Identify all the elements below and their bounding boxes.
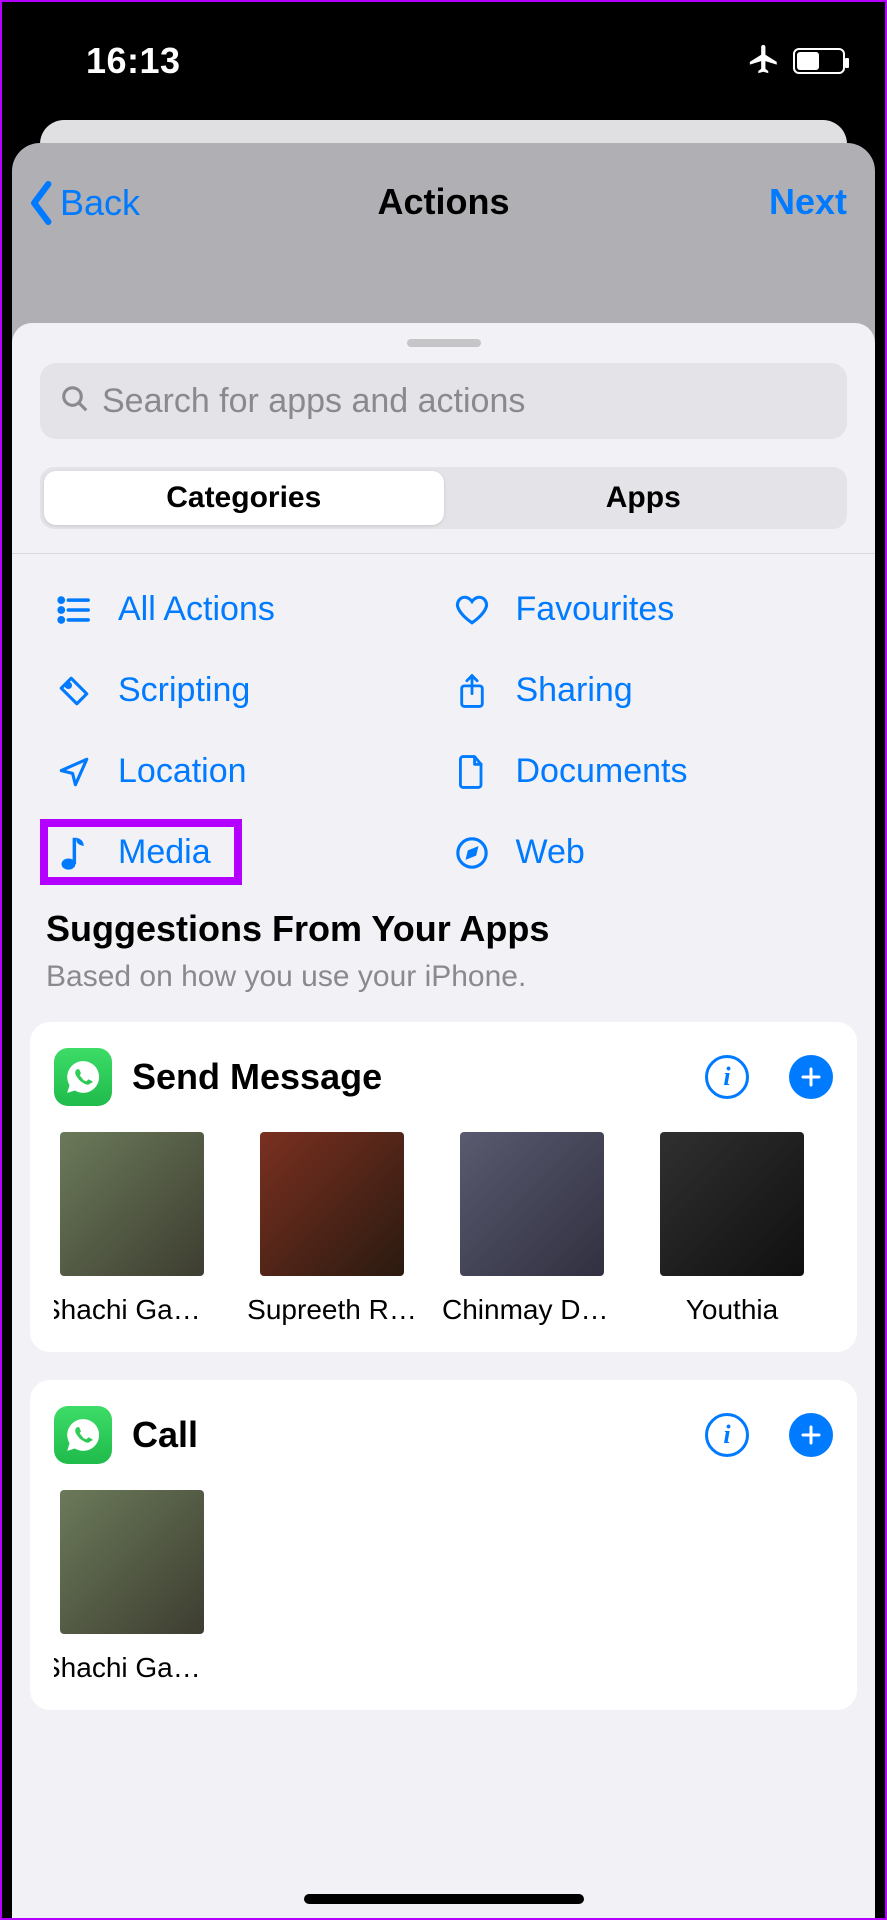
category-label: Favourites [516, 590, 675, 629]
category-media[interactable]: Media [56, 833, 434, 872]
avatar [60, 1490, 204, 1634]
status-time: 16:13 [86, 40, 181, 82]
avatar [260, 1132, 404, 1276]
doc-icon [454, 754, 490, 790]
contact-name: Shachi Gam… [54, 1294, 222, 1326]
back-button[interactable]: Back [28, 181, 140, 225]
category-label: Web [516, 833, 585, 872]
category-documents[interactable]: Documents [454, 752, 832, 791]
category-label: All Actions [118, 590, 275, 629]
nav-header: Back Actions Next [12, 143, 875, 323]
status-bar: 16:13 [2, 2, 885, 120]
contacts-row: Shachi Gam… [54, 1490, 833, 1684]
search-icon [60, 384, 90, 419]
contact-name: Youthia [642, 1294, 822, 1326]
search-input[interactable] [102, 382, 827, 421]
tab-categories[interactable]: Categories [44, 471, 444, 525]
segmented-control: Categories Apps [40, 467, 847, 529]
avatar [460, 1132, 604, 1276]
suggestions-title: Suggestions From Your Apps [46, 908, 841, 950]
category-location[interactable]: Location [56, 752, 434, 791]
next-button[interactable]: Next [769, 181, 847, 223]
contacts-row: Shachi Gam… Supreeth R… Chinmay Dh… Yout… [54, 1132, 833, 1326]
categories-grid: All Actions Favourites Scripting Sharing Loc… [26, 554, 861, 908]
category-label: Documents [516, 752, 688, 791]
tag-icon [56, 673, 92, 709]
contact-item[interactable]: Shachi Gam… [60, 1490, 204, 1684]
info-button[interactable]: i [705, 1055, 749, 1099]
suggestion-card: Call i Shachi Gam… [30, 1380, 857, 1710]
whatsapp-icon [54, 1406, 112, 1464]
avatar [660, 1132, 804, 1276]
add-button[interactable] [789, 1055, 833, 1099]
page-title: Actions [12, 181, 875, 223]
category-sharing[interactable]: Sharing [454, 671, 832, 710]
suggestions-subtitle: Based on how you use your iPhone. [46, 960, 841, 994]
contact-item[interactable]: Supreeth R… [260, 1132, 404, 1326]
search-bar[interactable] [40, 363, 847, 439]
contact-name: Supreeth R… [242, 1294, 422, 1326]
category-label: Location [118, 752, 247, 791]
info-button[interactable]: i [705, 1413, 749, 1457]
contact-item[interactable]: Chinmay Dh… [460, 1132, 604, 1326]
airplane-mode-icon [747, 42, 781, 81]
category-label: Sharing [516, 671, 633, 710]
category-label: Scripting [118, 671, 250, 710]
category-all-actions[interactable]: All Actions [56, 590, 434, 629]
battery-icon [793, 48, 845, 74]
add-button[interactable] [789, 1413, 833, 1457]
category-favourites[interactable]: Favourites [454, 590, 832, 629]
contact-name: Shachi Gam… [54, 1652, 222, 1684]
share-icon [454, 673, 490, 709]
category-web[interactable]: Web [454, 833, 832, 872]
home-indicator[interactable] [304, 1894, 584, 1904]
card-title: Send Message [132, 1056, 685, 1098]
category-scripting[interactable]: Scripting [56, 671, 434, 710]
sheet-grabber[interactable] [407, 339, 481, 347]
contact-item[interactable]: Shachi Gam… [60, 1132, 204, 1326]
back-label: Back [60, 182, 140, 224]
highlight-box [40, 819, 242, 885]
heart-icon [454, 592, 490, 628]
compass-icon [454, 835, 490, 871]
contact-item[interactable]: Youthia [660, 1132, 804, 1326]
contact-name: Chinmay Dh… [442, 1294, 622, 1326]
list-icon [56, 592, 92, 628]
nav-icon [56, 754, 92, 790]
card-title: Call [132, 1414, 685, 1456]
suggestion-card: Send Message i Shachi Gam… Supreeth R… C… [30, 1022, 857, 1352]
whatsapp-icon [54, 1048, 112, 1106]
avatar [60, 1132, 204, 1276]
tab-apps[interactable]: Apps [444, 471, 844, 525]
chevron-left-icon [28, 181, 56, 225]
